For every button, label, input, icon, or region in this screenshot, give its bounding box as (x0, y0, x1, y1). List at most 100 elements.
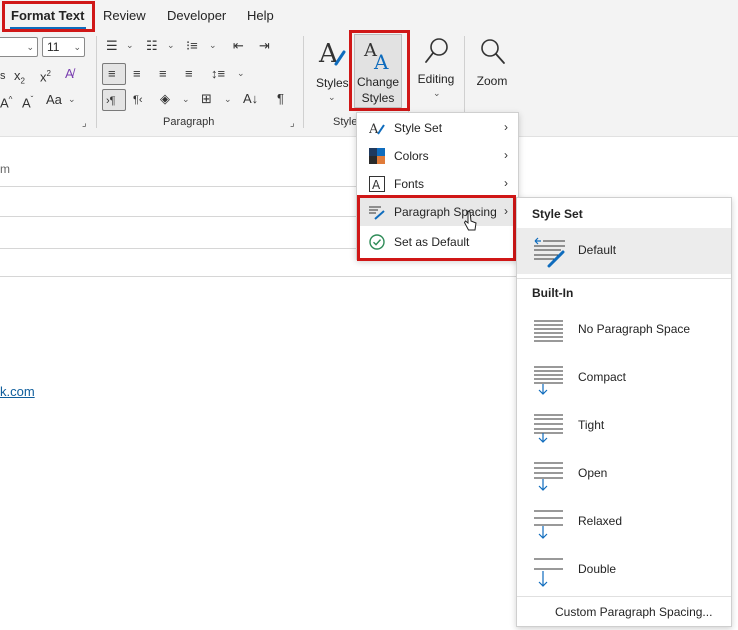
justify-icon[interactable]: ≡ (185, 66, 193, 82)
tab-review[interactable]: Review (103, 8, 146, 23)
submenu-heading-built-in: Built-In (532, 286, 574, 300)
tab-help[interactable]: Help (247, 8, 274, 23)
zoom-icon (481, 39, 505, 64)
styles-icon: A (318, 39, 346, 69)
chevron-right-icon: › (504, 120, 508, 134)
chevron-right-icon: › (504, 148, 508, 162)
spacing-option-label: Double (578, 562, 617, 576)
spacing-option-tight[interactable]: Tight (517, 403, 731, 449)
tab-developer[interactable]: Developer (167, 8, 226, 23)
svg-text:A: A (369, 122, 379, 136)
submenu-heading-style-set: Style Set (532, 207, 583, 221)
menu-item-style-set[interactable]: A Style Set › (357, 114, 518, 142)
spacing-option-label: Compact (578, 370, 627, 384)
font-dialog-launcher-icon[interactable]: ⌟ (82, 118, 87, 129)
chevron-down-icon: ⌄ (167, 40, 175, 50)
divider-line (0, 216, 360, 217)
chevron-down-icon: ⌄ (224, 94, 232, 104)
email-link[interactable]: k.com (0, 384, 35, 399)
group-separator (303, 36, 304, 128)
superscript-icon[interactable]: x2 (40, 66, 51, 85)
strikethrough-icon[interactable]: s (0, 68, 6, 84)
highlight-box-format-text (2, 1, 95, 32)
sort-icon[interactable]: A↓ (243, 91, 258, 107)
clear-formatting-icon[interactable]: A̸ (65, 66, 74, 82)
zoom-button-label: Zoom (476, 74, 508, 88)
highlight-box-change-styles (349, 30, 410, 111)
divider-line (0, 248, 360, 249)
body-text-fragment: m (0, 162, 10, 176)
align-right-icon[interactable]: ≡ (159, 66, 167, 82)
editing-button-label: Editing (417, 72, 455, 86)
shading-icon[interactable]: ◈ (160, 91, 170, 107)
chevron-down-icon: ⌄ (182, 94, 190, 104)
font-size-field[interactable]: 11 ⌄ (42, 37, 85, 57)
line-spacing-icon[interactable]: ↕≡ (211, 66, 225, 82)
shrink-font-icon[interactable]: Aˇ (22, 92, 33, 111)
open-spacing-icon (534, 462, 563, 491)
numbering-icon[interactable]: ☷ (146, 38, 158, 54)
borders-icon[interactable]: ⊞ (201, 91, 212, 107)
custom-paragraph-spacing-item[interactable]: Custom Paragraph Spacing... (517, 596, 731, 627)
paragraph-dialog-launcher-icon[interactable]: ⌟ (290, 118, 295, 129)
chevron-down-icon: ⌄ (433, 88, 441, 98)
chevron-down-icon: ⌄ (328, 92, 336, 102)
style-set-icon: A (369, 122, 385, 136)
spacing-option-label: Open (578, 466, 608, 480)
menu-item-fonts[interactable]: A Fonts › (357, 170, 518, 198)
spacing-option-compact[interactable]: Compact (517, 355, 731, 401)
group-separator (96, 36, 97, 128)
bullets-icon[interactable]: ☰ (106, 38, 118, 54)
right-to-left-icon[interactable]: ¶‹ (133, 92, 143, 108)
spacing-option-label: Tight (578, 418, 605, 432)
subscript-icon[interactable]: x2 (14, 68, 25, 90)
relaxed-spacing-icon (534, 510, 563, 539)
left-to-right-icon: ›¶ (106, 95, 116, 107)
editing-button[interactable]: Editing ⌄ (414, 34, 458, 108)
show-formatting-marks-icon[interactable]: ¶ (277, 91, 284, 107)
chevron-down-icon: ⌄ (68, 94, 76, 104)
align-left-icon: ≡ (108, 66, 116, 81)
highlight-box-paragraph-spacing (357, 195, 516, 261)
increase-indent-icon[interactable]: ⇥ (259, 38, 270, 54)
submenu-divider (517, 278, 731, 279)
styles-button-label: Styles (316, 76, 349, 90)
tight-spacing-icon (534, 414, 563, 443)
styles-button[interactable]: A Styles ⌄ (312, 34, 352, 110)
chevron-down-icon: ⌄ (73, 42, 81, 52)
paragraph-spacing-submenu: Style Set Default Built-In No Paragraph … (516, 197, 732, 627)
group-label-paragraph: Paragraph (163, 116, 215, 128)
spacing-option-double[interactable]: Double (517, 547, 731, 593)
search-icon (425, 38, 448, 63)
spacing-option-label: Default (578, 243, 617, 257)
decrease-indent-icon[interactable]: ⇤ (233, 38, 244, 54)
spacing-option-relaxed[interactable]: Relaxed (517, 499, 731, 545)
divider-line (0, 186, 360, 187)
compact-spacing-icon (534, 366, 563, 395)
colors-icon (369, 148, 385, 164)
align-center-icon[interactable]: ≡ (133, 66, 141, 82)
double-spacing-icon (534, 558, 563, 587)
spacing-option-open[interactable]: Open (517, 451, 731, 497)
font-name-field[interactable]: ⌄ (0, 37, 38, 57)
no-paragraph-space-icon (534, 320, 563, 342)
spacing-option-label: Relaxed (578, 514, 623, 528)
fonts-icon: A (369, 176, 385, 192)
grow-font-icon[interactable]: A^ (0, 92, 12, 111)
align-left-button[interactable]: ≡ (102, 63, 126, 85)
menu-item-colors[interactable]: Colors › (357, 142, 518, 170)
multilevel-list-icon[interactable]: ⁝≡ (186, 38, 198, 54)
zoom-button[interactable]: Zoom (470, 34, 514, 108)
change-case-icon[interactable]: Aa (46, 92, 62, 108)
divider-line (0, 276, 520, 277)
chevron-down-icon: ⌄ (26, 42, 34, 52)
menu-item-label: Style Set (394, 121, 443, 135)
mouse-cursor-icon (464, 210, 477, 231)
ltr-button[interactable]: ›¶ (102, 89, 126, 111)
spacing-option-default[interactable]: Default (517, 228, 731, 274)
chevron-down-icon: ⌄ (209, 40, 217, 50)
spacing-option-label: No Paragraph Space (578, 322, 691, 336)
spacing-option-no-paragraph-space[interactable]: No Paragraph Space (517, 307, 731, 353)
chevron-right-icon: › (504, 176, 508, 190)
menu-item-label: Colors (394, 149, 429, 163)
